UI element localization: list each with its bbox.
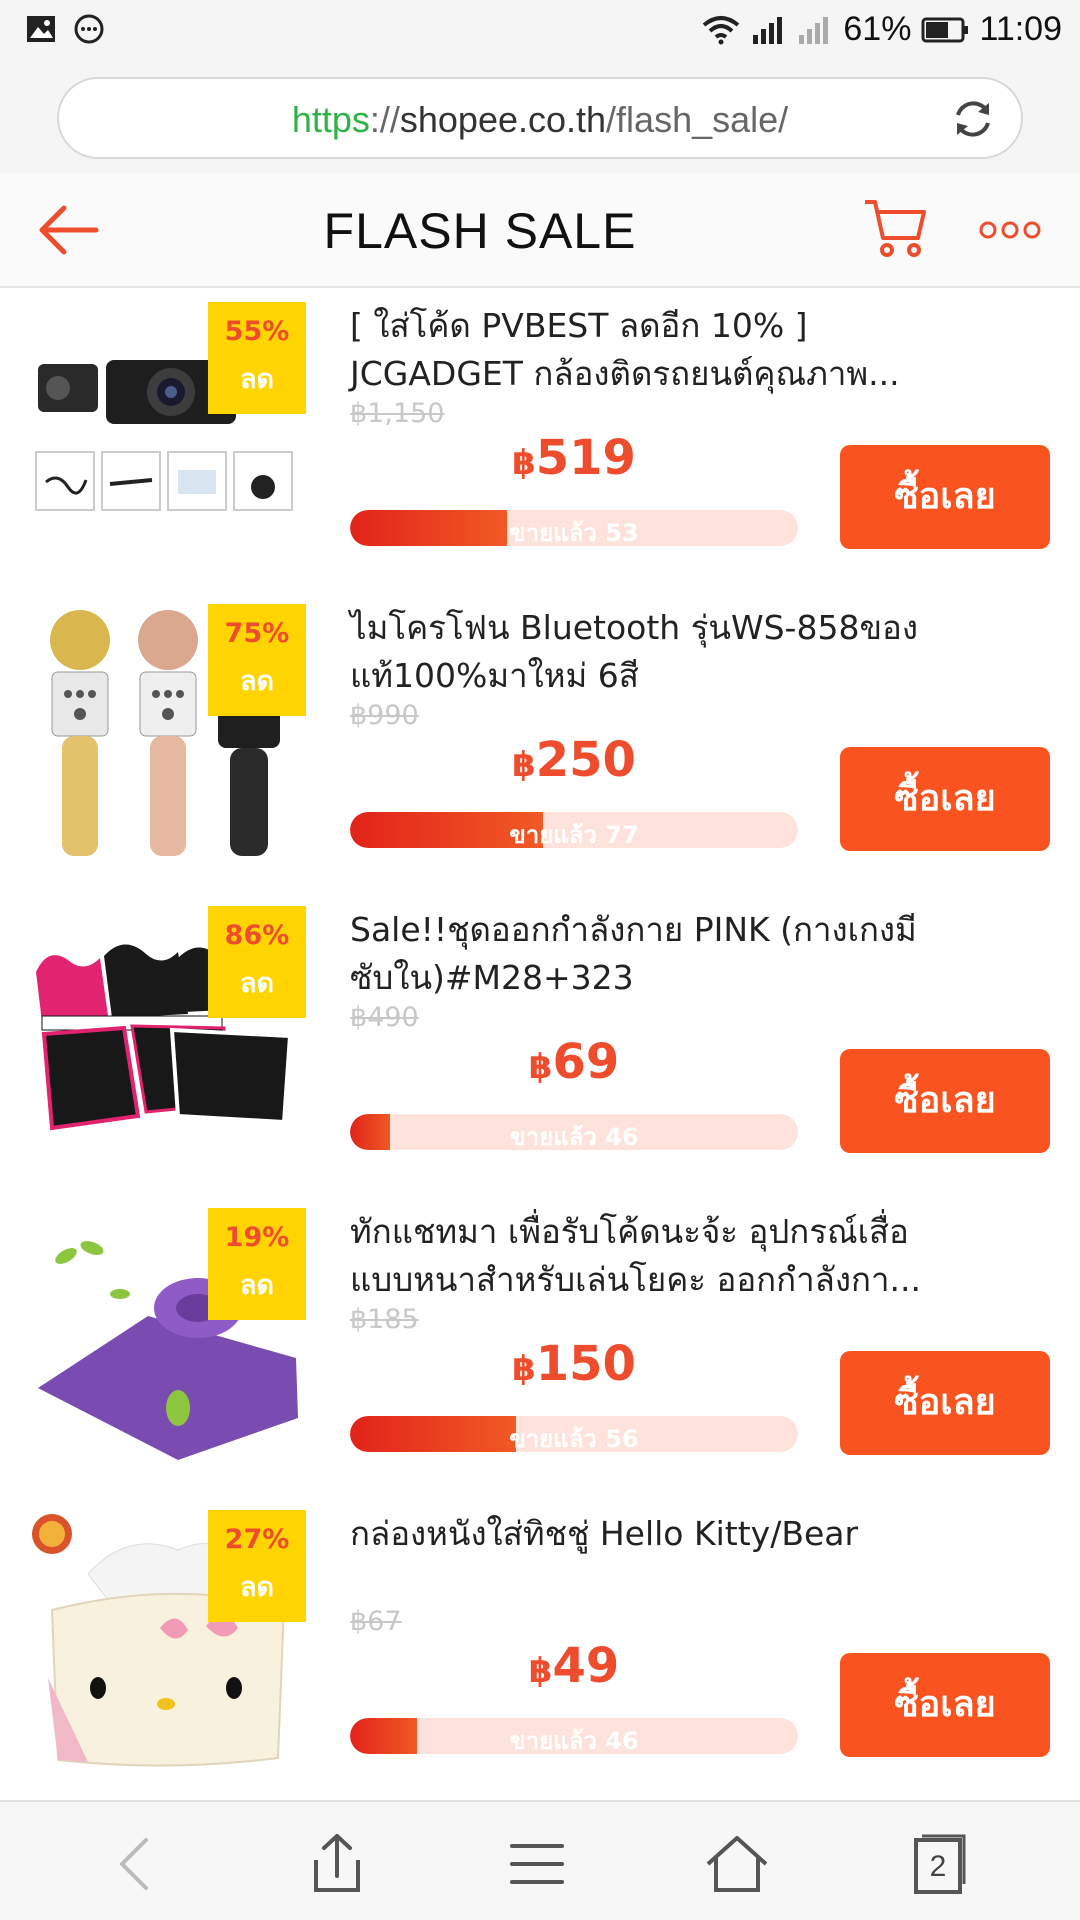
price-value: 69 (552, 1034, 620, 1090)
flash-sale-list: 55% ลด [ ใส่โค้ด PVBEST ลดอีก 10% ] JCGA… (0, 290, 1080, 1800)
discount-word: ลด (239, 666, 275, 697)
discount-badge: 75% ลด (208, 604, 306, 716)
url-scheme: https (291, 99, 370, 140)
sold-progress-bar: ขายแล้ว 46 (350, 1718, 798, 1754)
url-text[interactable]: https://shopee.co.th/flash_sale/ (59, 99, 1021, 141)
product-name[interactable]: ทักแชทมา เพื่อรับโค้ดนะจ้ะ อุปกรณ์เสื่อ … (350, 1208, 960, 1304)
back-icon[interactable] (102, 1832, 172, 1896)
discount-word: ลด (239, 968, 275, 999)
discount-badge: 55% ลด (208, 302, 306, 414)
product-name-line: ไมโครโฟน Bluetooth รุ่นWS-858ของ (350, 608, 918, 647)
currency-symbol: ฿ (512, 1349, 536, 1389)
browser-bottom-nav: 2 (0, 1800, 1080, 1920)
product-name-line: JCGADGET กล้องติดรถยนต์คุณภาพ... (350, 354, 900, 393)
original-price: ฿1,150 (350, 398, 445, 429)
status-right: 61% 11:09 (701, 10, 1062, 49)
tabs-button[interactable]: 2 (902, 1832, 972, 1896)
discount-badge: 27% ลด (208, 1510, 306, 1622)
product-name-line: แท้100%มาใหม่ 6สี (350, 656, 639, 695)
wifi-icon (703, 15, 740, 44)
clock: 11:09 (979, 10, 1062, 48)
buy-now-button[interactable]: ซื้อเลย (840, 445, 1050, 549)
signal-icon (753, 16, 783, 44)
menu-icon[interactable] (502, 1832, 572, 1896)
currency-symbol: ฿ (528, 1047, 553, 1087)
battery-icon (921, 17, 969, 42)
sold-count-label: ขายแล้ว 46 (509, 1727, 639, 1754)
buy-now-button[interactable]: ซื้อเลย (840, 747, 1050, 851)
buy-now-button[interactable]: ซื้อเลย (840, 1653, 1050, 1757)
discount-percent: 55% (224, 316, 290, 347)
no-signal-icon (799, 16, 829, 44)
status-left (26, 14, 104, 44)
sale-price: ฿150 (350, 1336, 798, 1392)
url-host: shopee.co.th (399, 99, 607, 140)
more-options-icon[interactable] (978, 220, 1042, 240)
product-name-line: [ ใส่โค้ด PVBEST ลดอีก 10% ] (350, 306, 808, 345)
address-bar[interactable]: https://shopee.co.th/flash_sale/ (57, 77, 1023, 159)
share-icon[interactable] (302, 1832, 372, 1896)
sold-progress-bar: ขายแล้ว 46 (350, 1114, 798, 1150)
battery-percent: 61% (843, 10, 912, 48)
original-price: ฿990 (350, 700, 419, 731)
product-name-line: กล่องหนังใส่ทิชชู่ Hello Kitty/Bear (350, 1514, 859, 1553)
product-name-line: ทักแชทมา เพื่อรับโค้ดนะจ้ะ อุปกรณ์เสื่อ (350, 1212, 909, 1251)
discount-percent: 27% (224, 1524, 290, 1555)
discount-word: ลด (239, 364, 275, 395)
home-icon[interactable] (702, 1832, 772, 1896)
product-name[interactable]: ไมโครโฟน Bluetooth รุ่นWS-858ของ แท้100%… (350, 604, 960, 700)
original-price: ฿490 (350, 1002, 419, 1033)
discount-percent: 19% (224, 1222, 290, 1253)
url-path: /flash_sale/ (606, 99, 789, 140)
currency-symbol: ฿ (512, 745, 536, 785)
sale-price: ฿69 (350, 1034, 798, 1090)
currency-symbol: ฿ (528, 1651, 553, 1691)
price-value: 250 (535, 732, 636, 788)
product-name-line: แบบหนาสำหรับเล่นโยคะ ออกกำลังกา... (350, 1260, 921, 1299)
product-item[interactable]: 27% ลด กล่องหนังใส่ทิชชู่ Hello Kitty/Be… (0, 1498, 1080, 1800)
reload-icon[interactable] (951, 97, 995, 141)
sale-price: ฿519 (350, 430, 798, 486)
product-item[interactable]: 55% ลด [ ใส่โค้ด PVBEST ลดอีก 10% ] JCGA… (0, 290, 1080, 592)
gallery-icon (27, 16, 55, 42)
sale-price: ฿49 (350, 1638, 798, 1694)
discount-percent: 86% (224, 920, 290, 951)
product-name[interactable]: [ ใส่โค้ด PVBEST ลดอีก 10% ] JCGADGET กล… (350, 302, 960, 398)
buy-now-button[interactable]: ซื้อเลย (840, 1351, 1050, 1455)
product-name[interactable]: Sale!!ชุดออกกำลังกาย PINK (กางเกงมี ซับใ… (350, 906, 960, 1002)
sold-count-label: ขายแล้ว 56 (509, 1425, 639, 1452)
product-item[interactable]: 75% ลด ไมโครโฟน Bluetooth รุ่นWS-858ของ … (0, 592, 1080, 894)
discount-word: ลด (239, 1572, 275, 1603)
sold-progress-bar: ขายแล้ว 53 (350, 510, 798, 546)
sold-count-label: ขายแล้ว 46 (509, 1123, 639, 1150)
discount-badge: 86% ลด (208, 906, 306, 1018)
cart-icon[interactable] (862, 194, 928, 260)
product-name-line: ซับใน)#M28+323 (350, 958, 634, 997)
tab-count: 2 (929, 1850, 947, 1883)
product-name-line: Sale!!ชุดออกกำลังกาย PINK (กางเกงมี (350, 910, 917, 949)
original-price: ฿185 (350, 1304, 419, 1335)
currency-symbol: ฿ (512, 443, 536, 483)
sold-progress-bar: ขายแล้ว 77 (350, 812, 798, 848)
product-item[interactable]: 86% ลด Sale!!ชุดออกกำลังกาย PINK (กางเกง… (0, 894, 1080, 1196)
sold-count-label: ขายแล้ว 77 (509, 821, 639, 848)
buy-now-button[interactable]: ซื้อเลย (840, 1049, 1050, 1153)
discount-percent: 75% (224, 618, 290, 649)
sold-progress-bar: ขายแล้ว 56 (350, 1416, 798, 1452)
discount-word: ลด (239, 1270, 275, 1301)
product-item[interactable]: 19% ลด ทักแชทมา เพื่อรับโค้ดนะจ้ะ อุปกรณ… (0, 1196, 1080, 1498)
url-separator: :// (369, 99, 400, 140)
price-value: 49 (552, 1638, 620, 1694)
status-bar: 61% 11:09 (0, 0, 1080, 64)
price-value: 150 (535, 1336, 636, 1392)
product-name[interactable]: กล่องหนังใส่ทิชชู่ Hello Kitty/Bear (350, 1510, 960, 1558)
page-header: FLASH SALE (0, 174, 1080, 288)
price-value: 519 (535, 430, 636, 486)
sale-price: ฿250 (350, 732, 798, 788)
address-bar-area: https://shopee.co.th/flash_sale/ (0, 64, 1080, 174)
discount-badge: 19% ลด (208, 1208, 306, 1320)
sold-count-label: ขายแล้ว 53 (509, 519, 639, 546)
original-price: ฿67 (350, 1606, 402, 1637)
messenger-icon (74, 14, 104, 44)
